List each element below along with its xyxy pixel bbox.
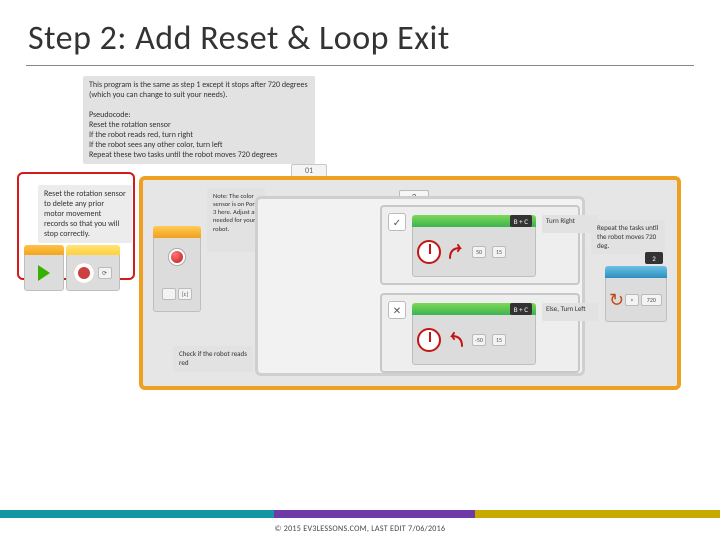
motor-ports-label-2[interactable]: B + C — [510, 303, 532, 315]
switch-true-branch: ✓ B + C 50 15 Turn R — [380, 205, 580, 285]
comment-intro: This program is the same as step 1 excep… — [83, 76, 315, 164]
move-right-body: 50 15 — [412, 227, 536, 277]
play-icon — [38, 265, 50, 281]
footer-bar-gold — [475, 510, 720, 518]
slide: Step 2: Add Reset & Loop Exit This progr… — [0, 0, 720, 540]
turn-right-curve-icon — [445, 241, 467, 263]
motor-ports-text: B + C — [514, 217, 528, 226]
red-color-icon — [169, 249, 185, 265]
switch-sensor-body: [c] — [153, 238, 201, 312]
comment-repeat-tasks: Repeat the tasks until the robot moves 7… — [591, 220, 665, 254]
start-block-body — [24, 255, 64, 291]
comment-reset-rotation: Reset the rotation sensor to delete any … — [38, 185, 132, 243]
rotation-block-body: ⟳ — [66, 255, 120, 291]
rotation-block-header — [66, 245, 120, 255]
move-steering-right-block[interactable]: B + C 50 15 — [412, 215, 536, 277]
loop-exit-body: ↻ > 720 — [605, 278, 667, 322]
sensor-value-port[interactable]: [c] — [178, 288, 192, 300]
move-right-header: B + C — [412, 215, 536, 227]
switch-block[interactable]: ✓ B + C 50 15 Turn R — [255, 196, 585, 376]
loop-compare-op[interactable]: > — [625, 294, 639, 306]
sensor-mode-port[interactable] — [162, 288, 176, 300]
copyright-text: © 2015 EV3LESSONS.COM, LAST EDIT 7/06/20… — [0, 524, 720, 534]
steering-dial-icon — [417, 240, 441, 264]
loop-exit-block[interactable]: ↻ > 720 — [605, 266, 667, 322]
false-badge-icon: ✕ — [388, 301, 406, 319]
rotation-reset-block[interactable]: ⟳ — [66, 245, 120, 291]
switch-sensor-header — [153, 226, 201, 238]
loop-degrees-value[interactable]: 720 — [641, 294, 662, 306]
power-value-right[interactable]: 15 — [492, 246, 506, 258]
loop-exit-header — [605, 266, 667, 278]
rotation-mode-port[interactable]: ⟳ — [98, 267, 112, 279]
comment-check-red: Check if the robot reads red — [173, 346, 253, 372]
loop-block[interactable]: Note: The color sensor is on Port 3 here… — [139, 176, 681, 390]
footer-color-bar — [0, 510, 720, 518]
turn-left-curve-icon — [445, 329, 467, 351]
comment-turn-right: Turn Right — [542, 215, 598, 233]
move-left-body: -50 15 — [412, 315, 536, 365]
true-badge-icon: ✓ — [388, 213, 406, 231]
loop-inner: Note: The color sensor is on Port 3 here… — [147, 184, 673, 382]
start-block[interactable] — [24, 245, 64, 291]
motor-ports-label[interactable]: B + C — [510, 215, 532, 227]
loop-exit-port-tab[interactable]: 2 — [645, 252, 663, 264]
comment-turn-left: Else, Turn Left — [542, 303, 598, 321]
steer-value-left[interactable]: -50 — [472, 334, 486, 346]
steer-value-right[interactable]: 50 — [472, 246, 486, 258]
switch-false-branch: ✕ B + C -50 15 Else, — [380, 293, 580, 373]
start-block-header — [24, 245, 64, 255]
footer-bar-teal — [0, 510, 274, 518]
switch-color-sensor-block[interactable]: [c] — [153, 226, 201, 312]
motor-ports-text-2: B + C — [514, 305, 528, 314]
loop-arrow-icon: ↻ — [609, 289, 624, 311]
move-left-header: B + C — [412, 303, 536, 315]
power-value-left[interactable]: 15 — [492, 334, 506, 346]
program-canvas: This program is the same as step 1 excep… — [26, 76, 694, 458]
rotation-sensor-icon — [74, 263, 94, 283]
footer-bar-purple — [274, 510, 476, 518]
slide-title: Step 2: Add Reset & Loop Exit — [0, 0, 720, 65]
steering-dial-icon-2 — [417, 328, 441, 352]
title-divider — [26, 65, 694, 66]
move-steering-left-block[interactable]: B + C -50 15 — [412, 303, 536, 365]
